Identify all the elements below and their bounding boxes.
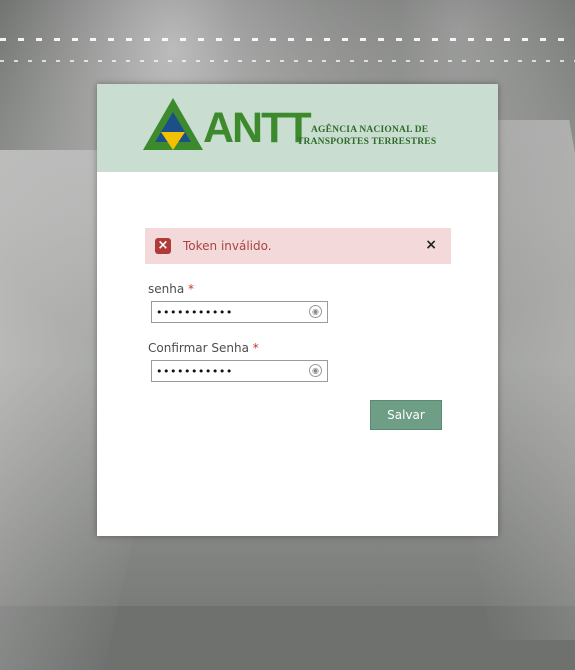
city-lights <box>0 38 575 41</box>
save-button[interactable]: Salvar <box>370 400 442 430</box>
agency-line-2: TRANSPORTES TERRESTRES <box>297 137 437 147</box>
login-panel: ANTT AGÊNCIA NACIONAL DE TRANSPORTES TER… <box>97 84 498 536</box>
error-alert: × Token inválido. × <box>145 228 451 264</box>
logo-word: ANTT <box>203 104 312 152</box>
password-label: senha * <box>148 282 194 296</box>
confirm-password-input[interactable]: ••••••••••• ◉ <box>151 360 328 382</box>
alert-message: Token inválido. <box>183 239 272 253</box>
password-input[interactable]: ••••••••••• ◉ <box>151 301 328 323</box>
panel-header: ANTT AGÊNCIA NACIONAL DE TRANSPORTES TER… <box>97 84 498 172</box>
confirm-password-label-text: Confirmar Senha <box>148 341 249 355</box>
password-value: ••••••••••• <box>156 306 233 319</box>
required-mark: * <box>252 341 259 355</box>
agency-name: AGÊNCIA NACIONAL DE TRANSPORTES TERRESTR… <box>297 124 497 148</box>
error-x-icon: × <box>155 238 171 254</box>
antt-logo-icon <box>143 98 203 150</box>
password-label-text: senha <box>148 282 185 296</box>
alert-close-button[interactable]: × <box>425 237 437 253</box>
confirm-password-value: ••••••••••• <box>156 365 233 378</box>
city-lights <box>0 60 575 62</box>
confirm-password-label: Confirmar Senha * <box>148 341 259 355</box>
agency-line-1: AGÊNCIA NACIONAL DE <box>311 125 429 135</box>
required-mark: * <box>188 282 195 296</box>
eye-icon[interactable]: ◉ <box>309 364 322 377</box>
eye-icon[interactable]: ◉ <box>309 305 322 318</box>
